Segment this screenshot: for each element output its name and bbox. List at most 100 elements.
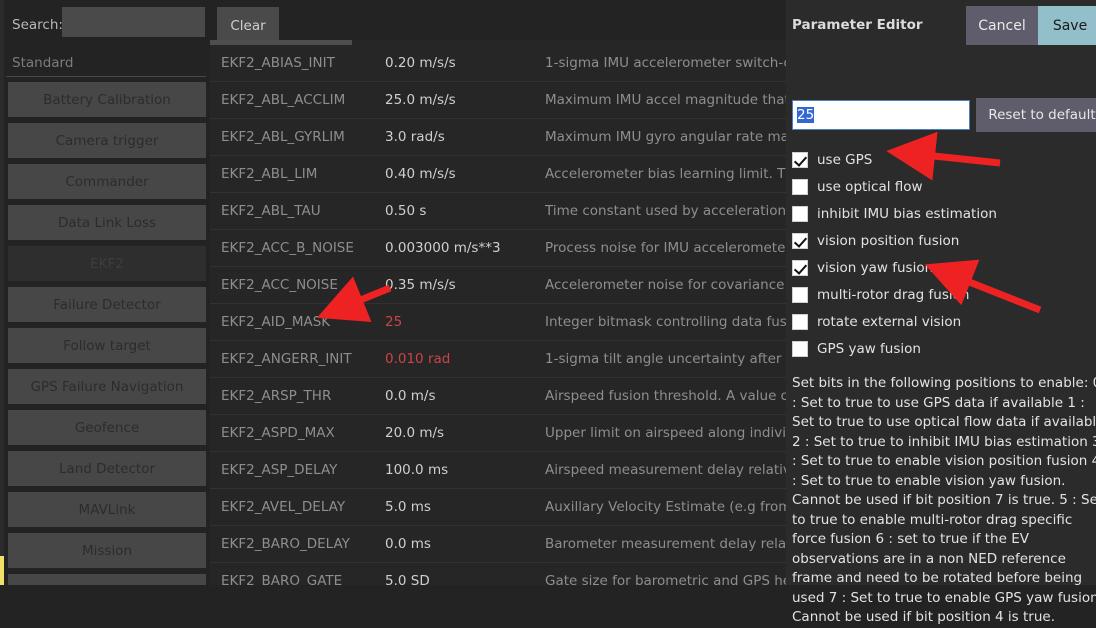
save-button[interactable]: Save xyxy=(1038,6,1096,45)
table-row[interactable]: EKF2_ACC_B_NOISE 0.003000 m/s**3 Process n… xyxy=(210,230,786,267)
highlight-rail-segment xyxy=(0,556,4,585)
parameter-name: EKF2_ABL_ACCLIM xyxy=(221,92,346,108)
parameter-name: EKF2_ABL_GYRLIM xyxy=(221,129,345,145)
table-row[interactable]: EKF2_ABIAS_INIT 0.20 m/s/s 1-sigma IMU acc… xyxy=(210,45,786,82)
sidebar-item-label: GPS Failure Navigation xyxy=(30,378,184,395)
editor-titlebar: Parameter Editor Cancel Save xyxy=(786,6,1096,45)
sidebar-item-mavlink[interactable]: MAVLink xyxy=(8,492,206,527)
sidebar-item-blank[interactable] xyxy=(8,574,206,585)
checkbox-icon[interactable] xyxy=(792,151,808,168)
search-input[interactable] xyxy=(62,7,205,37)
bit-option-label: GPS yaw fusion xyxy=(817,340,921,357)
checkbox-icon[interactable] xyxy=(792,340,808,357)
parameter-description: Auxillary Velocity Estimate (e.g from a … xyxy=(545,499,786,515)
sidebar-item-label: Follow target xyxy=(63,337,151,354)
parameter-description: Gate size for barometric and GPS heigh xyxy=(545,573,786,585)
sidebar-item-land-detector[interactable]: Land Detector xyxy=(8,451,206,486)
sidebar-item-label: Commander xyxy=(65,173,149,190)
search-label: Search: xyxy=(12,17,63,33)
parameter-description: Airspeed fusion threshold. A value of ze xyxy=(545,388,786,404)
parameter-name: EKF2_ANGERR_INIT xyxy=(221,351,352,367)
bit-option-vision-position-fusion[interactable]: vision position fusion xyxy=(792,227,1096,254)
table-row[interactable]: EKF2_ABL_LIM 0.40 m/s/s Accelerometer bias… xyxy=(210,156,786,193)
parameter-name: EKF2_AVEL_DELAY xyxy=(221,499,346,515)
parameter-value: 0.40 m/s/s xyxy=(385,166,456,182)
cancel-button[interactable]: Cancel xyxy=(966,6,1038,45)
bit-option-inhibit-imu-bias-estimation[interactable]: inhibit IMU bias estimation xyxy=(792,200,1096,227)
bit-option-label: inhibit IMU bias estimation xyxy=(817,205,997,222)
parameter-description: Time constant used by acceleration and xyxy=(545,203,786,219)
parameter-description: Barometer measurement delay relative xyxy=(545,536,786,552)
parameter-value: 0.50 s xyxy=(385,203,427,219)
bit-option-rotate-external-vision[interactable]: rotate external vision xyxy=(792,308,1096,335)
parameter-description: Process noise for IMU accelerometer bi xyxy=(545,240,786,256)
parameter-value-input[interactable] xyxy=(792,100,970,130)
sidebar-item-camera-trigger[interactable]: Camera trigger xyxy=(8,123,206,158)
bit-option-label: vision position fusion xyxy=(817,232,960,249)
table-row[interactable]: EKF2_AVEL_DELAY 5.0 ms Auxillary Velocity … xyxy=(210,489,786,526)
table-row[interactable]: EKF2_AID_MASK 25 Integer bitmask controlli… xyxy=(210,304,786,341)
sidebar-item-data-link-loss[interactable]: Data Link Loss xyxy=(8,205,206,240)
parameter-value: 25.0 m/s/s xyxy=(385,92,456,108)
sidebar-item-mission[interactable]: Mission xyxy=(8,533,206,568)
group-header-standard: Standard xyxy=(6,50,206,77)
table-row[interactable]: EKF2_ASPD_MAX 20.0 m/s Upper limit on airs… xyxy=(210,415,786,452)
table-row[interactable]: EKF2_BARO_DELAY 0.0 ms Barometer measureme… xyxy=(210,526,786,563)
sidebar-item-label: MAVLink xyxy=(78,501,136,518)
table-row[interactable]: EKF2_ANGERR_INIT 0.010 rad 1-sigma tilt an… xyxy=(210,341,786,378)
left-edge-rail xyxy=(0,0,4,585)
parameter-value: 25 xyxy=(385,314,403,330)
table-row[interactable]: EKF2_ABL_TAU 0.50 s Time constant used by … xyxy=(210,193,786,230)
checkbox-icon[interactable] xyxy=(792,259,808,276)
parameter-value: 0.010 rad xyxy=(385,351,451,367)
sidebar-item-geofence[interactable]: Geofence xyxy=(8,410,206,445)
sidebar-item-commander[interactable]: Commander xyxy=(8,164,206,199)
table-row[interactable]: EKF2_ARSP_THR 0.0 m/s Airspeed fusion thre… xyxy=(210,378,786,415)
parameter-editor-panel: Parameter Editor Cancel Save Reset to de… xyxy=(786,0,1096,625)
editor-title: Parameter Editor xyxy=(792,17,923,33)
parameter-value: 0.0 m/s xyxy=(385,388,436,404)
table-row[interactable]: EKF2_BARO_GATE 5.0 SD Gate size for barome… xyxy=(210,563,786,585)
parameter-name: EKF2_ACC_NOISE xyxy=(221,277,338,293)
sidebar-group-list[interactable]: Battery Calibration Camera trigger Command… xyxy=(8,82,206,585)
parameter-name: EKF2_ABL_TAU xyxy=(221,203,321,219)
clear-button[interactable]: Clear xyxy=(217,7,279,44)
parameter-description: Accelerometer noise for covariance pre xyxy=(545,277,786,293)
bit-option-vision-yaw-fusion[interactable]: vision yaw fusion xyxy=(792,254,1096,281)
sidebar-item-failure-detector[interactable]: Failure Detector xyxy=(8,287,206,322)
table-row[interactable]: EKF2_ABL_GYRLIM 3.0 rad/s Maximum IMU gyro… xyxy=(210,119,786,156)
bit-option-use-gps[interactable]: use GPS xyxy=(792,146,1096,173)
bit-option-gps-yaw-fusion[interactable]: GPS yaw fusion xyxy=(792,335,1096,362)
table-row[interactable]: EKF2_ABL_ACCLIM 25.0 m/s/s Maximum IMU acc… xyxy=(210,82,786,119)
bit-option-label: use optical flow xyxy=(817,178,923,195)
reset-to-default-button[interactable]: Reset to default xyxy=(976,98,1096,132)
bit-option-label: vision yaw fusion xyxy=(817,259,934,276)
parameter-table[interactable]: EKF2_ABIAS_INIT 0.20 m/s/s 1-sigma IMU acc… xyxy=(210,45,786,585)
checkbox-icon[interactable] xyxy=(792,286,808,303)
checkbox-icon[interactable] xyxy=(792,178,808,195)
parameter-name: EKF2_ACC_B_NOISE xyxy=(221,240,354,256)
sidebar-item-label: Battery Calibration xyxy=(43,91,171,108)
parameter-description: Integer bitmask controlling data fusion xyxy=(545,314,786,330)
sidebar-item-label: EKF2 xyxy=(90,255,124,272)
checkbox-icon[interactable] xyxy=(792,313,808,330)
bit-option-label: rotate external vision xyxy=(817,313,962,330)
parameter-value: 0.003000 m/s**3 xyxy=(385,240,501,256)
sidebar-item-battery-calibration[interactable]: Battery Calibration xyxy=(8,82,206,117)
checkbox-icon[interactable] xyxy=(792,205,808,222)
parameter-description: Set bits in the following positions to e… xyxy=(792,375,1096,625)
table-row[interactable]: EKF2_ASP_DELAY 100.0 ms Airspeed measureme… xyxy=(210,452,786,489)
sidebar-item-ekf2[interactable]: EKF2 xyxy=(8,246,206,281)
parameter-name: EKF2_ASPD_MAX xyxy=(221,425,335,441)
bitmask-checkbox-list[interactable]: use GPS use optical flow inhibit IMU bias … xyxy=(792,146,1096,362)
bit-option-multi-rotor-drag-fusion[interactable]: multi-rotor drag fusion xyxy=(792,281,1096,308)
bit-option-use-optical-flow[interactable]: use optical flow xyxy=(792,173,1096,200)
parameter-description: 1-sigma IMU accelerometer switch-on b xyxy=(545,55,786,71)
sidebar-item-label: Failure Detector xyxy=(53,296,161,313)
table-row[interactable]: EKF2_ACC_NOISE 0.35 m/s/s Accelerometer no… xyxy=(210,267,786,304)
sidebar-item-follow-target[interactable]: Follow target xyxy=(8,328,206,363)
parameter-name: EKF2_AID_MASK xyxy=(221,314,331,330)
sidebar-item-gps-failure-navigation[interactable]: GPS Failure Navigation xyxy=(8,369,206,404)
parameter-description: Maximum IMU gyro angular rate magni xyxy=(545,129,786,145)
checkbox-icon[interactable] xyxy=(792,232,808,249)
